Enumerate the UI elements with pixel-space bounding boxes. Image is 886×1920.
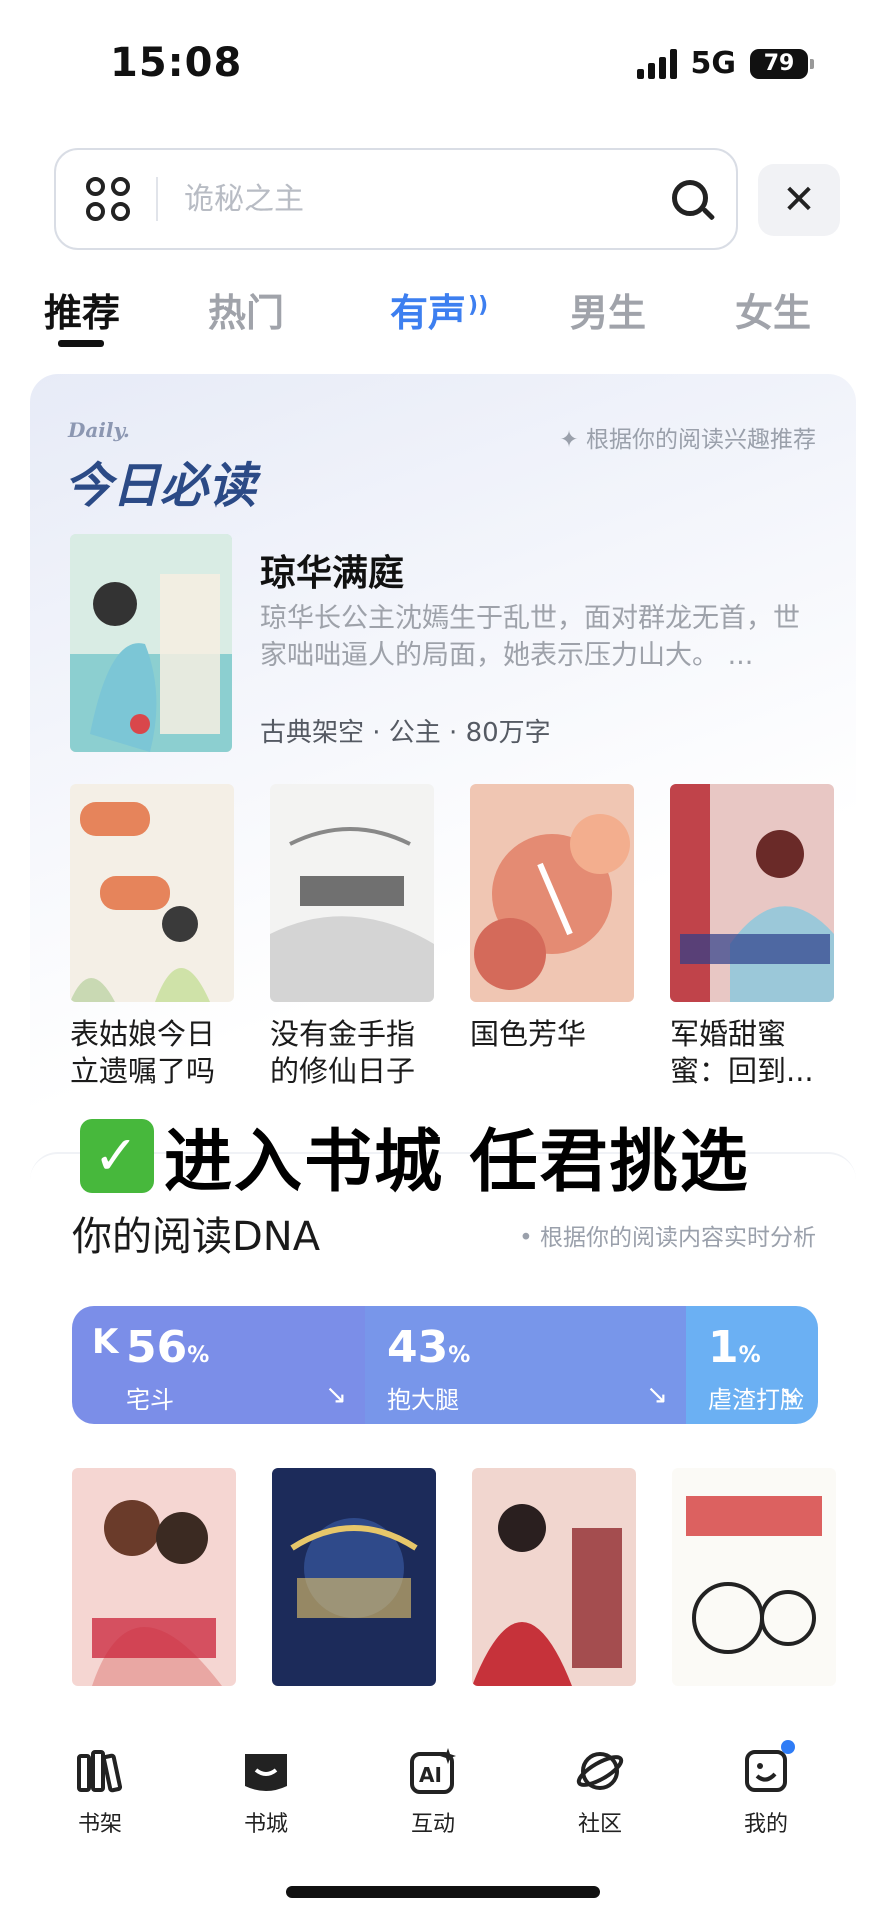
promo-overlay: ✓ 进入书城 任君挑选 <box>80 1106 750 1205</box>
tab-male[interactable]: 男生 <box>570 282 646 337</box>
bottom-nav: 书架 书城 AI 互动 社区 我的 <box>0 1706 886 1920</box>
profile-icon <box>741 1740 795 1796</box>
search-icon[interactable] <box>672 180 708 216</box>
daily-title: 今日必读 <box>64 458 257 514</box>
bookshelf-icon <box>75 1746 125 1796</box>
nav-label: 书城 <box>243 1812 288 1837</box>
close-button[interactable]: ✕ <box>758 164 840 236</box>
tab-audio[interactable]: 有声)) <box>390 282 488 337</box>
nav-label: 书架 <box>77 1812 122 1837</box>
ai-icon: AI <box>408 1746 458 1796</box>
arrow-down-right-icon: ↘ <box>778 1380 800 1410</box>
list-item[interactable] <box>672 1468 836 1686</box>
featured-book-description: 琼华长公主沈嫣生于乱世，面对群龙无首，世家咄咄逼人的局面，她表示压力山大。 ..… <box>260 603 800 671</box>
nav-bookstore[interactable]: 书城 <box>206 1746 326 1838</box>
list-item[interactable]: 军婚甜蜜蜜：回到... <box>670 784 834 1090</box>
notification-dot <box>781 1740 795 1754</box>
promo-text: 进入书城 任君挑选 <box>164 1123 750 1202</box>
reading-dna-card: 你的阅读DNA • 根据你的阅读内容实时分析 K 56% 宅斗 ↘ 43% 抱大… <box>30 1152 856 1712</box>
book-cover[interactable] <box>470 784 634 1002</box>
sound-wave-icon: )) <box>468 293 489 319</box>
bookstore-icon <box>241 1746 291 1796</box>
search-input[interactable] <box>184 181 624 217</box>
dna-percent: 1% <box>708 1322 761 1373</box>
nav-community[interactable]: 社区 <box>540 1746 660 1838</box>
featured-book-tags: 古典架空 · 公主 · 80万字 <box>260 718 551 748</box>
book-title: 军婚甜蜜蜜：回到... <box>670 1017 814 1088</box>
active-tab-indicator <box>58 340 104 347</box>
category-tabs: 推荐 热门 有声)) 男生 女生 <box>0 282 886 352</box>
book-cover[interactable] <box>272 1468 436 1686</box>
book-title: 国色芳华 <box>470 1017 587 1051</box>
nav-label: 互动 <box>410 1812 455 1837</box>
dna-unit: % <box>448 1343 471 1368</box>
status-indicators: 5G 79 <box>636 46 814 81</box>
book-cover[interactable] <box>472 1468 636 1686</box>
status-time: 15:08 <box>110 40 243 86</box>
tab-recommend[interactable]: 推荐 <box>44 282 120 337</box>
svg-text:AI: AI <box>419 1763 442 1787</box>
featured-book-cover[interactable] <box>70 534 232 752</box>
nav-interact[interactable]: AI 互动 <box>373 1746 493 1838</box>
home-indicator <box>286 1886 600 1898</box>
book-cover[interactable] <box>72 1468 236 1686</box>
check-icon: ✓ <box>80 1118 154 1193</box>
book-title: 没有金手指的修仙日子 <box>270 1017 416 1088</box>
dna-value: 56 <box>126 1322 188 1373</box>
list-item[interactable] <box>272 1468 436 1686</box>
daily-en-label: Daily. <box>68 418 130 442</box>
featured-book-title[interactable]: 琼华满庭 <box>260 544 404 596</box>
dna-book-list <box>72 1468 872 1688</box>
list-item[interactable] <box>472 1468 636 1686</box>
dna-value: 1 <box>708 1322 739 1373</box>
tab-audio-label: 有声 <box>390 291 467 335</box>
nav-label: 我的 <box>743 1812 788 1837</box>
planet-icon <box>575 1746 625 1796</box>
app-logo-icon: K <box>92 1322 119 1362</box>
tab-hot[interactable]: 热门 <box>208 282 284 337</box>
search-bar[interactable] <box>54 148 738 250</box>
daily-book-list: 表姑娘今日立遗嘱了吗 没有金手指的修仙日子 国色芳华 军婚甜蜜蜜：回到... <box>70 784 850 1104</box>
dna-bar: K 56% 宅斗 ↘ 43% 抱大腿 ↘ 1% 虐渣打脸 ↘ <box>72 1306 818 1424</box>
list-item[interactable]: 国色芳华 <box>470 784 634 1090</box>
nav-label: 社区 <box>577 1812 622 1837</box>
dna-title: 你的阅读DNA <box>72 1214 321 1260</box>
arrow-down-right-icon: ↘ <box>646 1380 668 1410</box>
battery-icon: 79 <box>750 48 814 79</box>
dna-value: 43 <box>387 1322 449 1373</box>
list-item[interactable]: 没有金手指的修仙日子 <box>270 784 434 1090</box>
dna-percent: 56% <box>126 1322 209 1373</box>
book-cover[interactable] <box>672 1468 836 1686</box>
signal-icon <box>636 48 677 79</box>
dna-hint: • 根据你的阅读内容实时分析 <box>519 1225 816 1251</box>
search-divider <box>156 177 158 221</box>
daily-hint: ✦ 根据你的阅读兴趣推荐 <box>559 427 816 453</box>
dna-percent: 43% <box>387 1322 470 1373</box>
nav-bookshelf[interactable]: 书架 <box>40 1746 160 1838</box>
list-item[interactable] <box>72 1468 236 1686</box>
list-item[interactable]: 表姑娘今日立遗嘱了吗 <box>70 784 234 1090</box>
book-cover[interactable] <box>670 784 834 1002</box>
tab-female[interactable]: 女生 <box>735 282 811 337</box>
dna-segment-3[interactable]: 1% 虐渣打脸 ↘ <box>686 1306 818 1424</box>
dna-label: 宅斗 <box>126 1386 174 1414</box>
network-type: 5G <box>690 46 737 81</box>
category-grid-icon[interactable] <box>86 177 130 221</box>
book-cover[interactable] <box>270 784 434 1002</box>
daily-reading-card: Daily. 今日必读 ✦ 根据你的阅读兴趣推荐 琼华满庭 琼华长公主沈嫣生于乱… <box>30 374 856 1134</box>
dna-unit: % <box>738 1343 761 1368</box>
book-title: 表姑娘今日立遗嘱了吗 <box>70 1017 216 1088</box>
arrow-down-right-icon: ↘ <box>325 1380 347 1410</box>
nav-profile[interactable]: 我的 <box>706 1740 826 1838</box>
dna-unit: % <box>187 1343 210 1368</box>
dna-segment-2[interactable]: 43% 抱大腿 ↘ <box>365 1306 686 1424</box>
dna-segment-1[interactable]: K 56% 宅斗 ↘ <box>72 1306 365 1424</box>
book-cover[interactable] <box>70 784 234 1002</box>
close-icon: ✕ <box>782 177 816 223</box>
dna-label: 抱大腿 <box>387 1386 459 1414</box>
